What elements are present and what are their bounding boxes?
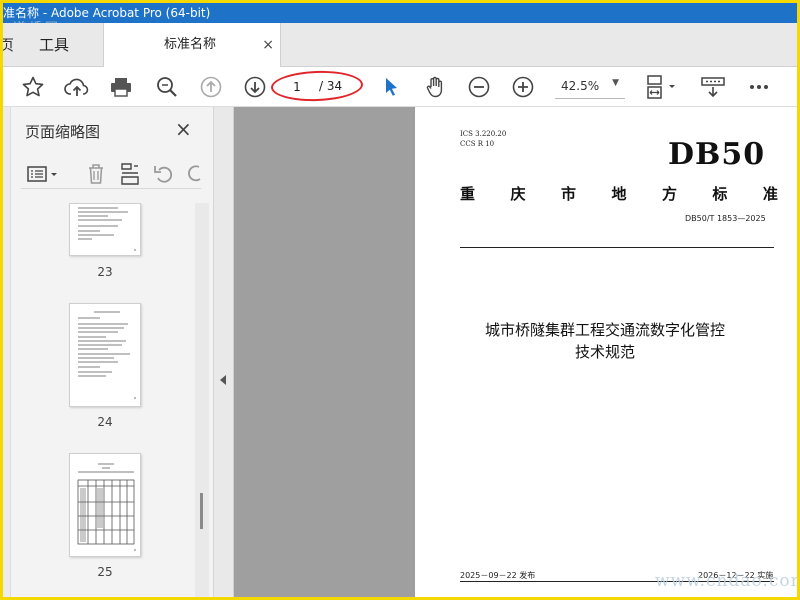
thumbnail-page[interactable] (69, 453, 141, 557)
main-toolbar: / 34 42.5% ▼ (3, 67, 797, 107)
tab-close-button[interactable]: × (262, 23, 274, 67)
zoom-search-icon[interactable] (153, 73, 181, 101)
hand-icon[interactable] (421, 73, 449, 101)
scroll-mode-icon[interactable] (699, 73, 727, 101)
standard-number: DB50/T 1853—2025 (685, 214, 766, 223)
rotate-right-icon[interactable] (185, 161, 201, 187)
scrollbar-thumb[interactable] (200, 493, 203, 529)
standard-char: 市 (560, 185, 576, 203)
zoom-in-icon[interactable] (509, 73, 537, 101)
star-icon[interactable] (19, 73, 47, 101)
thumbnail-page[interactable] (69, 303, 141, 407)
print-icon[interactable] (107, 73, 135, 101)
standard-char: 地 (611, 185, 627, 203)
tab-bar: 页 工具 标准名称 × (3, 23, 797, 68)
ics-line: ICS 3.220.20 (460, 130, 507, 138)
thumbnail-list: 23 24 25 (11, 203, 199, 597)
standard-char: 标 (712, 185, 728, 203)
thumbnail-toolbar (21, 159, 201, 189)
standard-char: 庆 (510, 185, 526, 203)
tab-document-label: 标准名称 (164, 37, 217, 52)
page-down-icon[interactable] (241, 73, 269, 101)
fit-page-icon[interactable] (643, 73, 683, 101)
document-title: 城市桥隧集群工程交通流数字化管控 技术规范 (455, 319, 755, 363)
chevron-down-icon: ▼ (612, 78, 619, 88)
standard-char: 方 (661, 185, 677, 203)
collapse-arrow-icon (220, 375, 226, 385)
page-up-icon[interactable] (197, 73, 225, 101)
thumbnail-options-icon[interactable] (25, 161, 61, 187)
thumbnail-label: 24 (97, 415, 113, 429)
thumbnail-scrollbar[interactable] (195, 203, 209, 597)
thumbnail-label: 25 (97, 565, 113, 579)
pdf-page: ICS 3.220.20 CCS R 10 DB50 重 庆 市 地 方 标 准… (415, 107, 797, 597)
sidebar-title: 页面缩略图 (25, 123, 101, 141)
sidebar-strip (3, 107, 11, 597)
standard-type: 重 庆 市 地 方 标 准 (460, 183, 778, 204)
sidebar-close-button[interactable]: × (175, 117, 192, 141)
document-viewport: ICS 3.220.20 CCS R 10 DB50 重 庆 市 地 方 标 准… (214, 107, 797, 597)
rotate-left-icon[interactable] (151, 161, 177, 187)
title-line: 城市桥隧集群工程交通流数字化管控 (484, 321, 725, 339)
tab-home[interactable]: 页 (3, 23, 15, 67)
upload-cloud-icon[interactable] (63, 73, 91, 101)
zoom-out-icon[interactable] (465, 73, 493, 101)
title-line: 技术规范 (574, 343, 635, 361)
ics-code: ICS 3.220.20 CCS R 10 (460, 129, 506, 149)
db-code: DB50 (668, 137, 766, 172)
select-pointer-icon[interactable] (377, 73, 405, 101)
thumbnail-label: 23 (97, 265, 113, 279)
standard-char: 重 (460, 185, 476, 203)
tab-tools[interactable]: 工具 (39, 23, 99, 67)
header-rule (460, 247, 774, 248)
standard-char: 准 (762, 185, 778, 203)
panel-collapse-handle[interactable] (214, 107, 234, 597)
insert-page-icon[interactable] (117, 161, 143, 187)
thumbnail-page[interactable] (69, 203, 141, 256)
ccs-line: CCS R 10 (460, 140, 495, 148)
more-icon[interactable] (745, 73, 773, 101)
title-bar: 准名称 - Adobe Acrobat Pro (64-bit) (3, 3, 797, 23)
zoom-value: 42.5% (561, 79, 600, 93)
watermark-bottom: www.cndao.com (655, 571, 797, 591)
publish-date: 2025－09－22 发布 (460, 571, 536, 580)
thumbnails-panel: 页面缩略图 × 23 24 25 (3, 107, 214, 597)
tab-document[interactable]: 标准名称 × (103, 23, 281, 68)
acrobat-window: 准名称 - Adobe Acrobat Pro (64-bit) 道桥网 页 工… (3, 3, 797, 597)
zoom-dropdown[interactable]: 42.5% ▼ (555, 75, 625, 99)
delete-page-icon[interactable] (83, 161, 109, 187)
